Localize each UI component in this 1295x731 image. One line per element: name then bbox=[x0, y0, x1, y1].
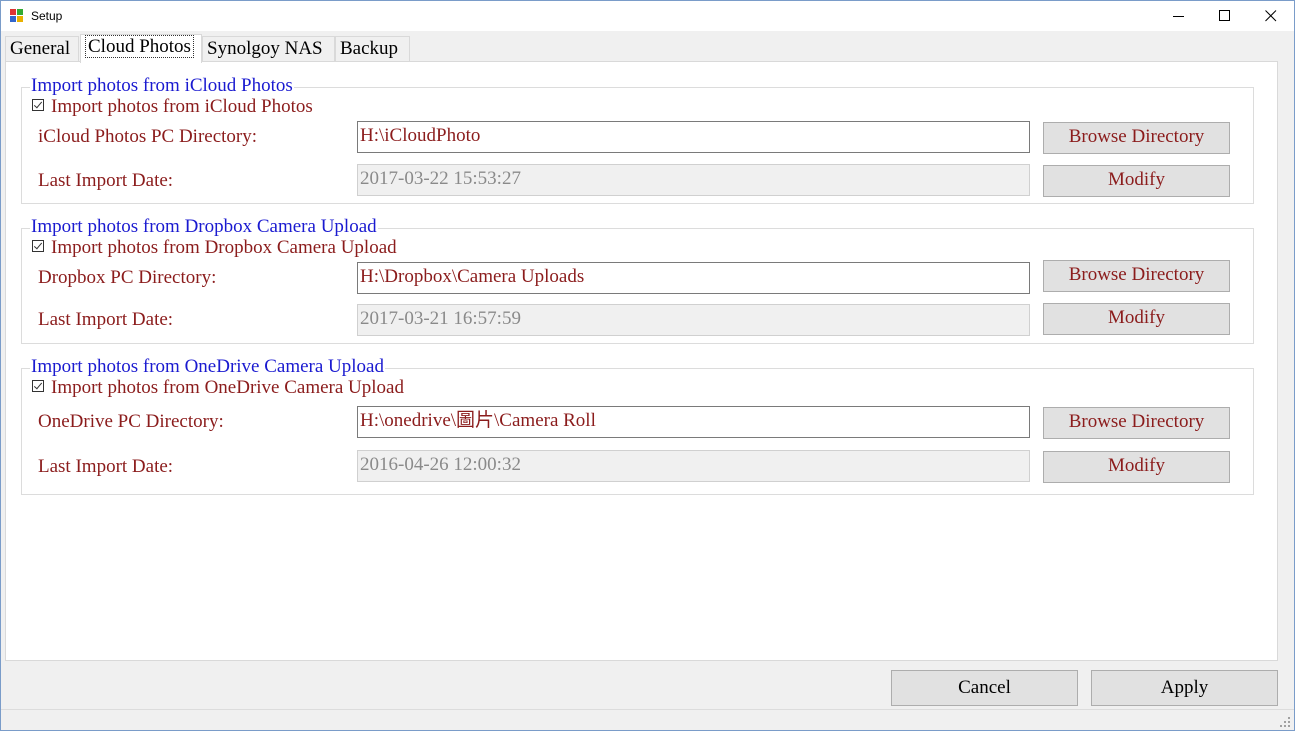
maximize-icon bbox=[1219, 10, 1230, 21]
status-bar bbox=[1, 709, 1294, 730]
tab-cloud-photos[interactable]: Cloud Photos bbox=[80, 34, 202, 63]
tab-backup-label: Backup bbox=[340, 38, 399, 59]
onedrive-group-title: Import photos from OneDrive Camera Uploa… bbox=[30, 356, 385, 378]
close-button[interactable] bbox=[1248, 1, 1294, 31]
icloud-last-import-label: Last Import Date: bbox=[38, 170, 174, 191]
checkbox-checked-icon[interactable] bbox=[32, 99, 44, 111]
onedrive-last-import-date-field: 2016-04-26 12:00:32 bbox=[357, 450, 1030, 482]
icloud-modify-button[interactable]: Modify bbox=[1043, 165, 1230, 197]
onedrive-group: Import photos from OneDrive Camera Uploa… bbox=[21, 356, 1254, 495]
tab-backup[interactable]: Backup bbox=[335, 36, 410, 62]
apply-button[interactable]: Apply bbox=[1091, 670, 1278, 706]
cancel-button[interactable]: Cancel bbox=[891, 670, 1078, 706]
tab-synology-nas[interactable]: Synolgoy NAS bbox=[202, 36, 335, 62]
app-icon bbox=[10, 9, 24, 23]
onedrive-directory-input[interactable]: H:\onedrive\圖片\Camera Roll bbox=[357, 406, 1030, 438]
tab-general-label: General bbox=[10, 38, 71, 59]
icloud-directory-label: iCloud Photos PC Directory: bbox=[38, 126, 258, 147]
resize-grip-icon[interactable] bbox=[1280, 717, 1290, 727]
tab-synology-nas-label: Synolgoy NAS bbox=[207, 38, 323, 59]
dropbox-directory-input[interactable]: H:\Dropbox\Camera Uploads bbox=[357, 262, 1030, 294]
icloud-group: Import photos from iCloud Photos Import … bbox=[21, 75, 1254, 204]
onedrive-directory-label: OneDrive PC Directory: bbox=[38, 411, 224, 432]
checkbox-checked-icon[interactable] bbox=[32, 380, 44, 392]
dropbox-import-checkbox[interactable]: Import photos from Dropbox Camera Upload bbox=[32, 237, 397, 259]
onedrive-import-checkbox[interactable]: Import photos from OneDrive Camera Uploa… bbox=[32, 377, 404, 399]
icloud-directory-input[interactable]: H:\iCloudPhoto bbox=[357, 121, 1030, 153]
icloud-group-title: Import photos from iCloud Photos bbox=[30, 75, 294, 97]
tab-general[interactable]: General bbox=[5, 36, 79, 62]
dropbox-last-import-date-field: 2017-03-21 16:57:59 bbox=[357, 304, 1030, 336]
icloud-last-import-date-field: 2017-03-22 15:53:27 bbox=[357, 164, 1030, 196]
dropbox-group: Import photos from Dropbox Camera Upload… bbox=[21, 216, 1254, 344]
icloud-browse-directory-button[interactable]: Browse Directory bbox=[1043, 122, 1230, 154]
maximize-button[interactable] bbox=[1202, 1, 1248, 31]
dropbox-checkbox-label: Import photos from Dropbox Camera Upload bbox=[51, 237, 397, 258]
minimize-icon bbox=[1173, 16, 1184, 17]
onedrive-browse-directory-button[interactable]: Browse Directory bbox=[1043, 407, 1230, 439]
onedrive-modify-button[interactable]: Modify bbox=[1043, 451, 1230, 483]
onedrive-last-import-label: Last Import Date: bbox=[38, 456, 174, 477]
dropbox-modify-button[interactable]: Modify bbox=[1043, 303, 1230, 335]
close-icon bbox=[1265, 10, 1277, 22]
minimize-button[interactable] bbox=[1156, 1, 1202, 31]
cloud-photos-panel: Import photos from iCloud Photos Import … bbox=[5, 61, 1278, 661]
dropbox-browse-directory-button[interactable]: Browse Directory bbox=[1043, 260, 1230, 292]
checkbox-checked-icon[interactable] bbox=[32, 240, 44, 252]
dropbox-last-import-label: Last Import Date: bbox=[38, 309, 174, 330]
icloud-import-checkbox[interactable]: Import photos from iCloud Photos bbox=[32, 96, 313, 118]
title-bar[interactable]: Setup bbox=[1, 1, 1294, 31]
dropbox-group-title: Import photos from Dropbox Camera Upload bbox=[30, 216, 378, 238]
dropbox-directory-label: Dropbox PC Directory: bbox=[38, 267, 217, 288]
onedrive-checkbox-label: Import photos from OneDrive Camera Uploa… bbox=[51, 377, 404, 398]
window-title: Setup bbox=[31, 9, 63, 23]
setup-window: Setup General Cloud Photos Synolgoy NAS … bbox=[0, 0, 1295, 731]
icloud-checkbox-label: Import photos from iCloud Photos bbox=[51, 96, 313, 117]
tab-cloud-photos-label: Cloud Photos bbox=[85, 35, 194, 58]
